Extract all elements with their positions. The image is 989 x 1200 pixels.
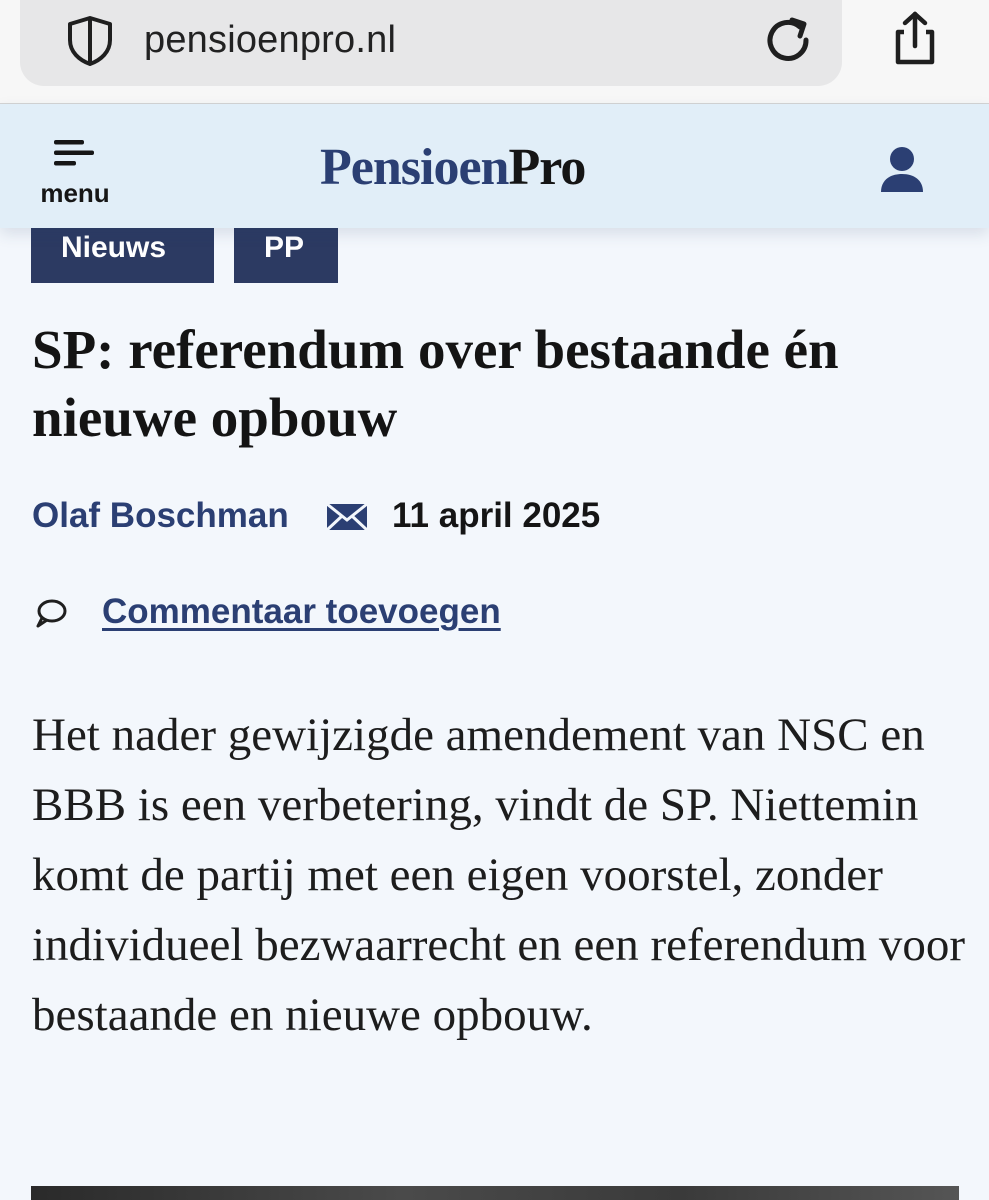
logo-part-pensioen: Pensioen bbox=[320, 139, 509, 196]
site-header: menu PensioenPro bbox=[0, 104, 989, 228]
author-link[interactable]: Olaf Boschman bbox=[32, 494, 289, 538]
shield-icon bbox=[68, 16, 112, 66]
browser-toolbar: pensioenpro.nl bbox=[0, 0, 989, 104]
address-bar[interactable]: pensioenpro.nl bbox=[20, 0, 842, 86]
reload-icon[interactable] bbox=[758, 10, 820, 72]
publish-date: 11 april 2025 bbox=[392, 496, 601, 535]
comment-icon bbox=[36, 599, 67, 628]
share-icon[interactable] bbox=[884, 8, 946, 70]
add-comment-link[interactable]: Commentaar toevoegen bbox=[102, 590, 501, 634]
hamburger-icon bbox=[54, 140, 94, 166]
article-lead: Het nader gewijzigde amendement van NSC … bbox=[32, 709, 966, 1041]
article-title: SP: referendum over bestaande én nieuwe … bbox=[32, 319, 839, 448]
site-logo[interactable]: PensioenPro bbox=[320, 138, 586, 198]
logo-part-pro: Pro bbox=[508, 139, 586, 196]
user-icon[interactable] bbox=[876, 144, 928, 196]
menu-button[interactable]: menu bbox=[30, 132, 120, 212]
url-text[interactable]: pensioenpro.nl bbox=[144, 14, 396, 66]
article-hero-image bbox=[31, 1186, 959, 1200]
tag-pp[interactable]: PP bbox=[234, 228, 338, 283]
tag-nieuws[interactable]: Nieuws bbox=[31, 228, 214, 283]
mail-icon[interactable] bbox=[325, 502, 369, 532]
menu-label: menu bbox=[40, 178, 110, 208]
